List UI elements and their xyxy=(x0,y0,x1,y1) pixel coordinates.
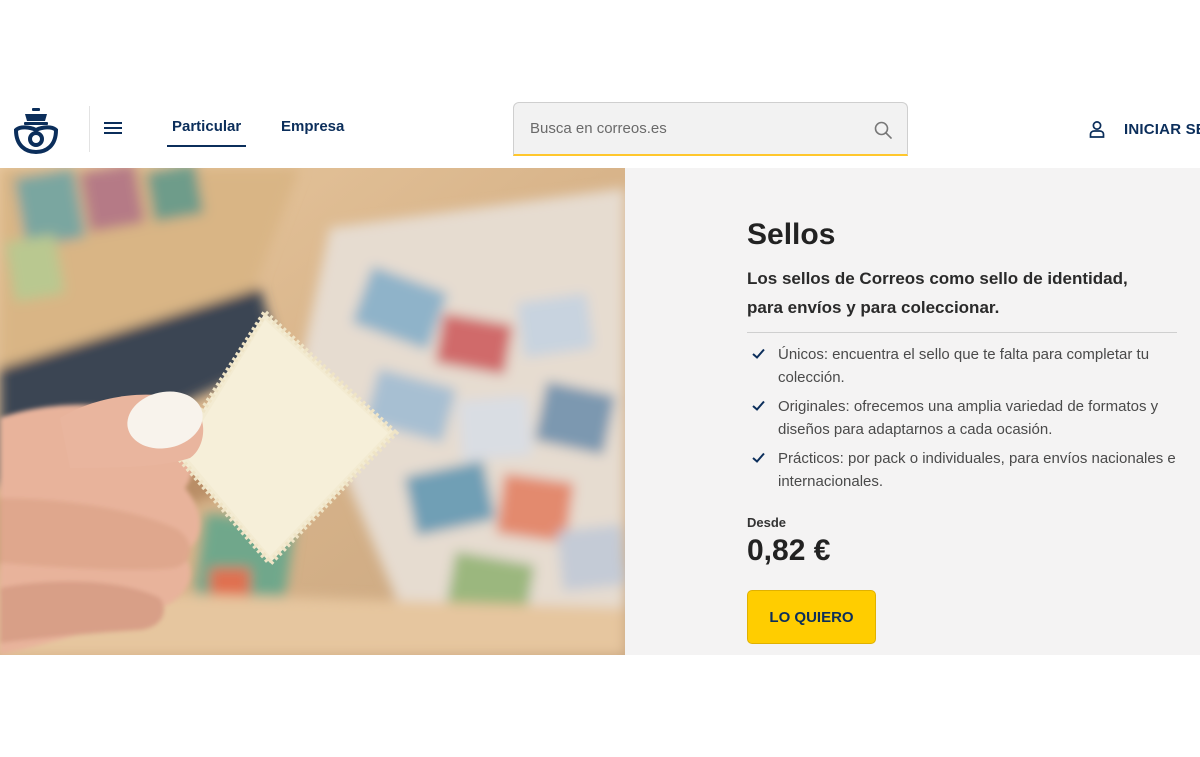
panel-divider xyxy=(747,332,1177,333)
feature-item: Originales: ofrecemos una amplia varieda… xyxy=(747,395,1187,441)
tab-empresa[interactable]: Empresa xyxy=(281,118,344,135)
check-icon xyxy=(752,400,765,411)
feature-text: Originales: ofrecemos una amplia varieda… xyxy=(778,398,1159,438)
tab-particular[interactable]: Particular xyxy=(167,118,247,147)
product-panel: Sellos Los sellos de Correos como sello … xyxy=(747,168,1187,655)
hero-section: Sellos Los sellos de Correos como sello … xyxy=(0,168,1200,655)
header-divider xyxy=(89,106,90,152)
search-icon[interactable] xyxy=(873,120,893,140)
feature-text: Únicos: encuentra el sello que te falta … xyxy=(778,346,1150,386)
features-list: Únicos: encuentra el sello que te falta … xyxy=(747,343,1187,499)
hamburger-menu-icon[interactable] xyxy=(104,119,128,139)
page-subtitle: Los sellos de Correos como sello de iden… xyxy=(747,269,1128,317)
search-input[interactable] xyxy=(514,103,907,154)
correos-logo-icon[interactable] xyxy=(10,106,62,155)
search-box xyxy=(513,102,908,156)
page-title: Sellos xyxy=(747,218,836,251)
login-button[interactable]: INICIAR SE xyxy=(1088,118,1200,140)
feature-item: Prácticos: por pack o individuales, para… xyxy=(747,447,1187,493)
feature-text: Prácticos: por pack o individuales, para… xyxy=(778,450,1176,490)
lo-quiero-button[interactable]: LO QUIERO xyxy=(747,590,876,644)
feature-item: Únicos: encuentra el sello que te falta … xyxy=(747,343,1187,389)
price-label: Desde xyxy=(747,515,787,530)
check-icon xyxy=(752,452,765,463)
check-icon xyxy=(752,348,765,359)
login-label: INICIAR SE xyxy=(1124,120,1200,138)
site-header: Particular Empresa INICIAR SE xyxy=(0,92,1200,168)
price-value: 0,82 € xyxy=(747,534,831,567)
user-icon xyxy=(1089,121,1105,138)
page: Particular Empresa INICIAR SE xyxy=(0,0,1200,757)
hero-image xyxy=(0,168,625,655)
